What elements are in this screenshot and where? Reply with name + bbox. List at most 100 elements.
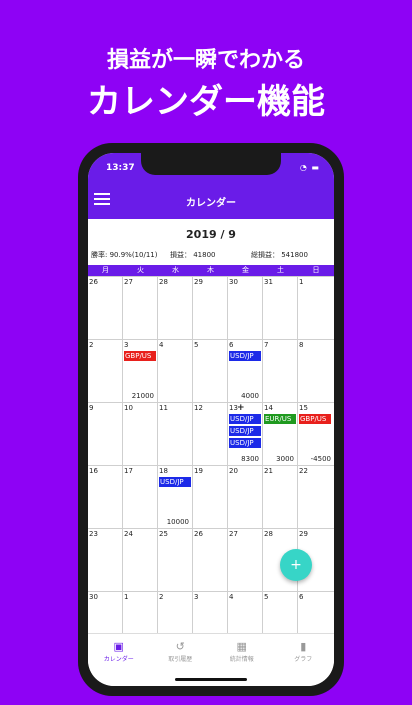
calendar-week: 26 27 28 29 30 31 1 <box>88 276 334 339</box>
trade-badge[interactable]: USD/JP <box>159 477 191 487</box>
calendar-day-cell[interactable]: 12 <box>193 403 228 465</box>
calendar-day-cell[interactable]: 3 GBP/US 21000 <box>123 340 158 402</box>
day-number: 10 <box>124 404 133 412</box>
nav-label: カレンダー <box>103 656 134 663</box>
day-number: 8 <box>299 341 304 349</box>
day-number: 30 <box>89 593 98 601</box>
calendar-day-cell[interactable]: 10 <box>123 403 158 465</box>
day-number: 29 <box>299 530 308 538</box>
add-trade-button[interactable]: + <box>280 549 312 581</box>
day-number: 9 <box>89 404 94 412</box>
win-rate: 勝率: 90.9%(10/11) <box>91 251 158 259</box>
calendar-day-cell[interactable]: 18 USD/JP 10000 <box>158 466 193 528</box>
day-number: 1 <box>124 593 129 601</box>
calendar-day-cell[interactable]: 26 <box>88 277 123 339</box>
calendar-day-cell[interactable]: 23 <box>88 529 123 591</box>
calendar-day-cell[interactable]: 31 <box>263 277 298 339</box>
day-number: 30 <box>229 278 238 286</box>
calendar-day-cell[interactable]: 1 <box>298 277 334 339</box>
calendar-day-cell[interactable]: 30 <box>228 277 263 339</box>
calendar-day-cell[interactable]: 7 <box>263 340 298 402</box>
day-number: 27 <box>229 530 238 538</box>
nav-item[interactable]: ▮ グラフ <box>273 634 335 686</box>
calendar-grid: 26 27 28 29 30 31 1 2 3 GBP/US 21000 4 5 6 USD/JP 4000 7… <box>88 276 334 654</box>
day-number: 28 <box>159 278 168 286</box>
calendar-day-cell[interactable]: 28 <box>158 277 193 339</box>
calendar-day-cell[interactable]: 22 <box>298 466 334 528</box>
day-number: 6 <box>299 593 304 601</box>
calendar-day-cell[interactable]: 13 + USD/JP USD/JP USD/JP 8300 <box>228 403 263 465</box>
weekday-label: 火 <box>137 266 144 274</box>
day-number: 11 <box>159 404 168 412</box>
day-profit: 21000 <box>131 392 154 400</box>
calendar-day-cell[interactable]: 16 <box>88 466 123 528</box>
calendar-day-cell[interactable]: 14 EUR/US 3000 <box>263 403 298 465</box>
day-number: 23 <box>89 530 98 538</box>
trade-badge[interactable]: GBP/US <box>299 414 331 424</box>
trade-badge[interactable]: USD/JP <box>229 414 261 424</box>
calendar-day-cell[interactable]: 8 <box>298 340 334 402</box>
history-icon: ↺ <box>175 640 185 653</box>
calendar-day-cell[interactable]: 27 <box>123 277 158 339</box>
weekday-label: 水 <box>172 266 179 274</box>
nav-label: グラフ <box>294 656 313 663</box>
headline-line1: 損益が一瞬でわかる <box>106 48 305 73</box>
day-profit: 4000 <box>241 392 259 400</box>
nav-label: 取引履歴 <box>168 656 193 663</box>
trade-badge[interactable]: GBP/US <box>124 351 156 361</box>
calendar-day-cell[interactable]: 25 <box>158 529 193 591</box>
calendar-day-cell[interactable]: 29 <box>193 277 228 339</box>
trade-badge[interactable]: EUR/US <box>264 414 296 424</box>
app-title: カレンダー <box>186 198 236 209</box>
day-profit: 3000 <box>276 455 294 463</box>
day-number: 3 <box>124 341 129 349</box>
calendar-icon: ▣ <box>113 640 124 653</box>
day-number: 15 <box>299 404 308 412</box>
day-number: 12 <box>194 404 203 412</box>
calendar-day-cell[interactable]: 6 USD/JP 4000 <box>228 340 263 402</box>
calendar-week: 9 10 11 12 13 + USD/JP USD/JP USD/JP 8300 14 EUR/US… <box>88 402 334 465</box>
calendar-day-cell[interactable]: 4 <box>158 340 193 402</box>
calendar-day-cell[interactable]: 26 <box>193 529 228 591</box>
day-number: 6 <box>229 341 234 349</box>
calendar-day-cell[interactable]: 21 <box>263 466 298 528</box>
nav-item[interactable]: ▣ カレンダー <box>88 634 150 686</box>
day-number: 1 <box>299 278 304 286</box>
month-label: 2019 / 9 <box>186 228 236 241</box>
weekday-label: 金 <box>242 266 249 274</box>
trade-badge[interactable]: USD/JP <box>229 351 261 361</box>
day-number: 2 <box>159 593 164 601</box>
day-number: 5 <box>194 341 199 349</box>
total-profit: 総損益： 541800 <box>251 251 308 259</box>
day-number: 4 <box>229 593 234 601</box>
day-number: 21 <box>264 467 273 475</box>
calendar-day-cell[interactable]: 20 <box>228 466 263 528</box>
calendar-day-cell[interactable]: 15 GBP/US -4500 <box>298 403 334 465</box>
notch <box>141 153 281 175</box>
status-time: 13:37 <box>106 163 135 173</box>
day-number: 25 <box>159 530 168 538</box>
calendar-day-cell[interactable]: 9 <box>88 403 123 465</box>
trade-badge[interactable]: USD/JP <box>229 438 261 448</box>
day-number: 31 <box>264 278 273 286</box>
day-number: 19 <box>194 467 203 475</box>
calendar-day-cell[interactable]: 2 <box>88 340 123 402</box>
day-number: 2 <box>89 341 94 349</box>
calendar-day-cell[interactable]: 19 <box>193 466 228 528</box>
calendar-day-cell[interactable]: 27 <box>228 529 263 591</box>
headline-line2: カレンダー機能 <box>87 82 325 122</box>
phone-screen: 13:37 ◔ ▬ カレンダー 2019 / 9 勝率: 90.9%(10/11… <box>88 153 334 686</box>
calendar-day-cell[interactable]: 24 <box>123 529 158 591</box>
trade-badge[interactable]: USD/JP <box>229 426 261 436</box>
day-profit: 8300 <box>241 455 259 463</box>
calendar-day-cell[interactable]: 11 <box>158 403 193 465</box>
nav-label: 統計情報 <box>229 656 254 663</box>
calendar-day-cell[interactable]: 17 <box>123 466 158 528</box>
calendar-day-cell[interactable]: 5 <box>193 340 228 402</box>
day-number: 26 <box>194 530 203 538</box>
day-number: 24 <box>124 530 133 538</box>
weekday-label: 木 <box>207 266 214 274</box>
calculator-icon: ▦ <box>236 640 247 653</box>
day-number: 18 <box>159 467 168 475</box>
day-number: 16 <box>89 467 98 475</box>
